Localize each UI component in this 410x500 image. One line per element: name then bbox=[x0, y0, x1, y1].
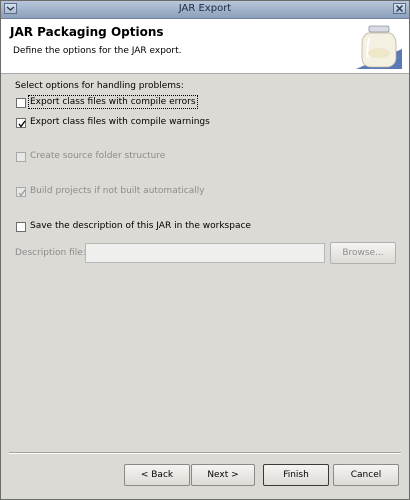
create-source-folder-checkbox[interactable] bbox=[16, 152, 26, 162]
back-button[interactable]: < Back bbox=[124, 464, 190, 486]
wizard-header: JAR Packaging Options Define the options… bbox=[1, 19, 409, 74]
page-title: JAR Packaging Options bbox=[10, 25, 164, 39]
build-projects-label: Build projects if not built automaticall… bbox=[30, 186, 205, 196]
build-projects-checkbox[interactable] bbox=[16, 187, 26, 197]
title-bar[interactable]: JAR Export bbox=[1, 1, 409, 19]
save-description-label[interactable]: Save the description of this JAR in the … bbox=[30, 221, 251, 231]
description-file-label: Description file: bbox=[15, 248, 86, 258]
save-description-checkbox[interactable] bbox=[16, 222, 26, 232]
problems-section-label: Select options for handling problems: bbox=[15, 81, 184, 91]
browse-button[interactable]: Browse... bbox=[330, 242, 396, 264]
close-button[interactable] bbox=[393, 3, 406, 14]
description-file-input[interactable] bbox=[85, 243, 325, 263]
window-title: JAR Export bbox=[178, 3, 232, 14]
finish-button[interactable]: Finish bbox=[263, 464, 329, 486]
create-source-folder-label: Create source folder structure bbox=[30, 151, 166, 161]
jar-icon bbox=[356, 25, 402, 69]
checkmark-icon bbox=[18, 120, 26, 128]
export-errors-checkbox[interactable] bbox=[16, 98, 26, 108]
export-warnings-checkbox[interactable] bbox=[16, 118, 26, 128]
export-errors-label[interactable]: Export class files with compile errors bbox=[28, 95, 198, 109]
page-description: Define the options for the JAR export. bbox=[13, 46, 182, 56]
next-button[interactable]: Next > bbox=[191, 464, 255, 486]
export-warnings-label[interactable]: Export class files with compile warnings bbox=[30, 117, 210, 127]
divider bbox=[9, 452, 401, 454]
close-icon bbox=[396, 5, 403, 12]
cancel-button[interactable]: Cancel bbox=[333, 464, 399, 486]
jar-export-window: JAR Export JAR Packaging Options Define … bbox=[0, 0, 410, 500]
checkmark-icon bbox=[18, 189, 26, 197]
